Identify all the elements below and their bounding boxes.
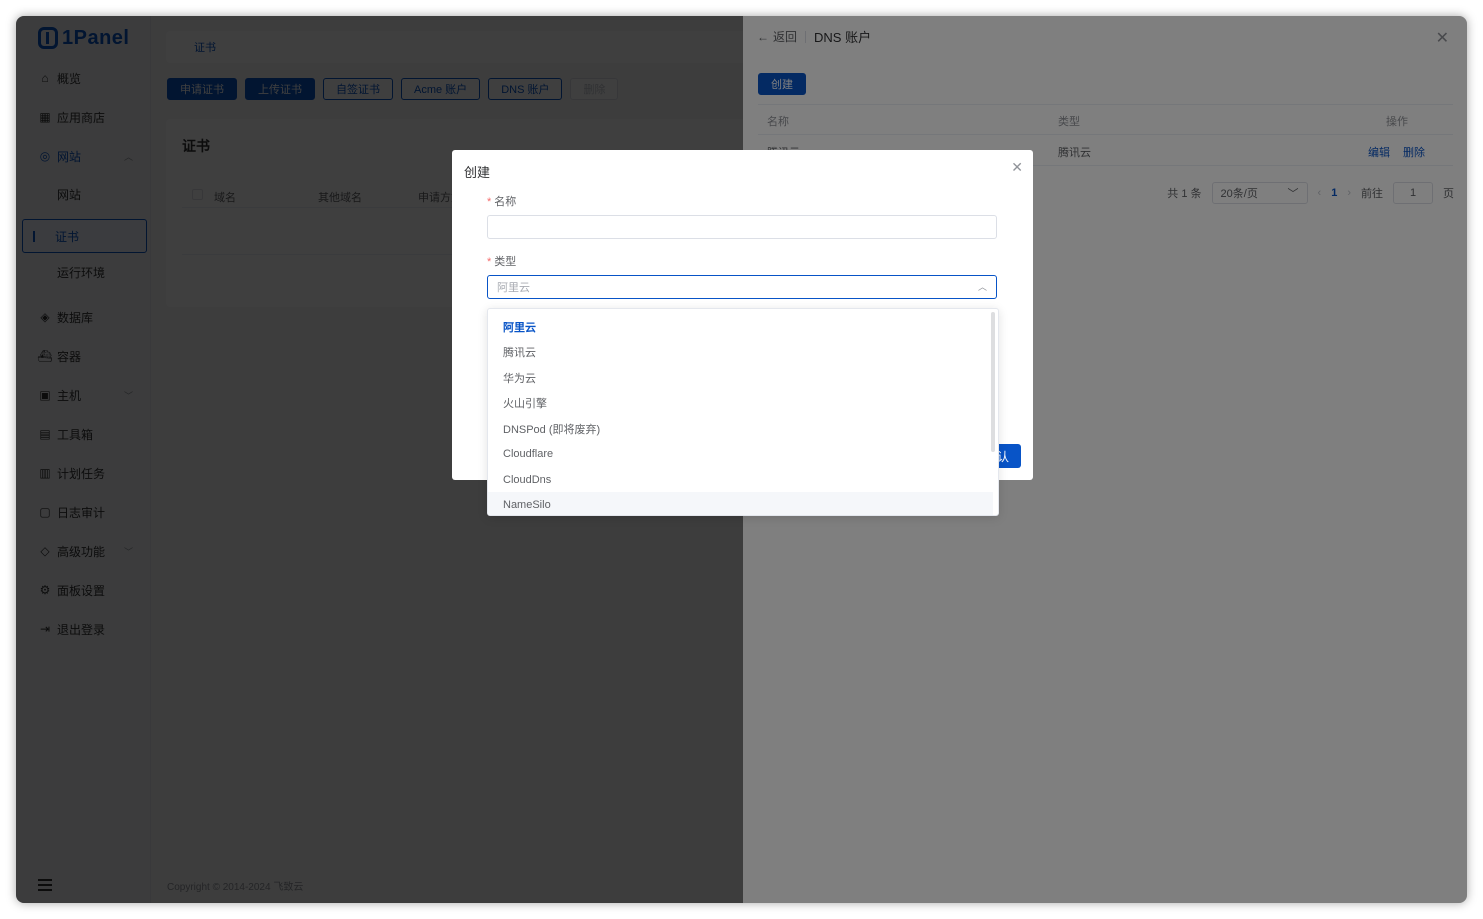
dropdown-scrollbar[interactable] [991,312,995,452]
type-dropdown: 阿里云 腾讯云 华为云 火山引擎 DNSPod (即将废弃) Cloudflar… [487,308,999,516]
dropdown-option[interactable]: 华为云 [488,365,993,390]
dropdown-option[interactable]: CloudDns [488,467,993,492]
dialog-title: 创建 [464,165,491,180]
type-label: * 类型 [487,253,516,269]
dropdown-option[interactable]: NameSilo [488,492,993,515]
name-input[interactable] [487,215,997,239]
dropdown-option[interactable]: 火山引擎 [488,390,993,415]
dropdown-option[interactable]: 腾讯云 [488,339,993,364]
close-icon[interactable]: ✕ [1011,159,1023,176]
type-select[interactable]: 阿里云 ︿ [487,275,997,299]
required-mark: * [487,196,492,208]
dropdown-option[interactable]: DNSPod (即将废弃) [488,416,993,441]
dropdown-option[interactable]: 阿里云 [488,314,993,339]
app-window: 1Panel ⌂ 概览 ▦ 应用商店 ◎ 网站 ︿ 网站 证书 运 [16,16,1467,903]
name-label: * 名称 [487,193,516,209]
type-label-text: 类型 [494,256,517,268]
chevron-up-icon: ︿ [977,282,987,292]
name-label-text: 名称 [494,196,517,208]
dropdown-option[interactable]: Cloudflare [488,441,993,466]
type-select-value: 阿里云 [497,282,530,294]
required-mark: * [487,256,492,268]
